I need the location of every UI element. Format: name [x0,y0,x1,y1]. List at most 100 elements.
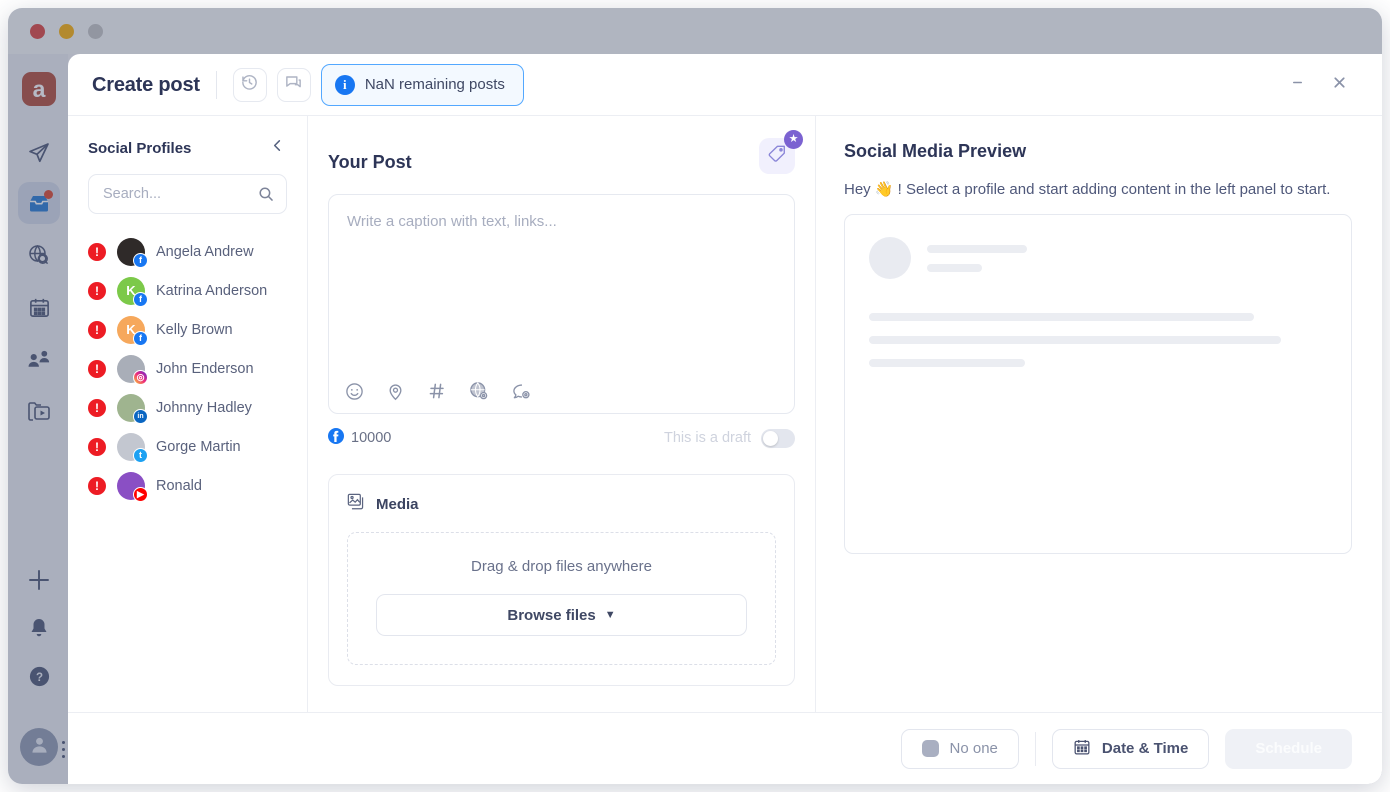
approver-label: No one [950,741,998,756]
profile-name: John Enderson [156,361,254,377]
preview-hint: Hey 👋 ! Select a profile and start addin… [844,182,1352,197]
emoji-icon[interactable] [345,382,364,401]
social-profiles-panel: Social Profiles !fAngela [68,116,308,712]
profile-warning-icon: ! [88,438,106,456]
profile-name: Johnny Hadley [156,400,252,416]
page-title: Create post [92,75,200,95]
skeleton-body-line [869,336,1281,344]
profile-warning-icon: ! [88,399,106,417]
profiles-list: ! f Angela Andrew! Kf Katrina Anderson! Kf Kel… [68,232,307,505]
preview-title: Social Media Preview [844,142,1352,160]
skeleton-name-line [927,245,1027,253]
media-dropzone[interactable]: Drag & drop files anywhere Browse files … [347,532,776,665]
date-time-button[interactable]: Date & Time [1052,729,1209,769]
linkedin-badge-icon: in [133,409,148,424]
hashtag-icon[interactable] [427,381,447,401]
modal-content: Social Profiles !fAngela [68,116,1382,712]
comment-icon [284,73,303,97]
draft-toggle[interactable] [761,429,795,448]
facebook-badge-icon: f [133,331,148,346]
avatar: t [117,433,145,461]
remaining-posts-label: NaN remaining posts [365,77,505,92]
editor-toolbar [345,381,532,401]
profile-warning-icon: ! [88,321,106,339]
avatar: f [117,238,145,266]
minimize-icon [1290,75,1305,95]
character-count-value: 10000 [351,430,391,446]
remaining-posts-badge[interactable]: i NaN remaining posts [321,64,524,106]
media-title: Media [376,497,419,512]
profile-list-item[interactable]: ! Kf Kelly Brown [68,310,307,349]
draft-toggle-knob [763,431,778,446]
history-icon [240,73,259,97]
profile-name: Angela Andrew [156,244,254,260]
profile-warning-icon: ! [88,282,106,300]
profile-list-item[interactable]: ! f Angela Andrew [68,232,307,271]
profile-search-box[interactable] [88,174,287,214]
profile-list-item[interactable]: ! in Johnny Hadley [68,388,307,427]
tag-icon [767,144,787,169]
profile-name: Ronald [156,478,202,494]
info-icon: i [335,75,355,95]
browse-files-button[interactable]: Browse files ▼ [376,594,747,636]
comments-button[interactable] [277,68,311,102]
skeleton-body-line [869,313,1254,321]
minimize-button[interactable] [1284,72,1310,98]
draft-label: This is a draft [664,430,751,446]
skeleton-meta-line [927,264,982,272]
history-button[interactable] [233,68,267,102]
tag-button[interactable]: ★ [759,138,795,174]
app-window: a [8,8,1382,784]
premium-star-badge: ★ [784,130,803,149]
globe-settings-icon[interactable] [469,381,489,401]
square-icon [922,740,939,757]
your-post-title: Your Post [328,153,412,171]
caption-editor [328,194,795,414]
avatar: ◎ [117,355,145,383]
avatar: Kf [117,316,145,344]
post-editor-panel: Your Post ★ [308,116,816,712]
search-input[interactable] [89,175,286,213]
modal-footer: No one Date & Time Schedule [68,712,1382,784]
chat-settings-icon[interactable] [511,382,532,401]
search-icon [258,186,274,202]
dropzone-text: Drag & drop files anywhere [376,559,747,574]
profile-name: Kelly Brown [156,322,233,338]
profile-name: Gorge Martin [156,439,241,455]
browse-files-label: Browse files [507,608,595,623]
image-stack-icon [347,493,366,516]
profile-list-item[interactable]: !◎John Enderson [68,349,307,388]
facebook-icon [328,428,344,448]
preview-skeleton-card [844,214,1352,554]
skeleton-avatar [869,237,911,279]
create-post-modal: Create post i NaN remaining posts [68,54,1382,784]
instagram-badge-icon: ◎ [133,370,148,385]
youtube-badge-icon: ▶ [133,487,148,502]
facebook-badge-icon: f [133,253,148,268]
skeleton-body-line [869,359,1025,367]
profile-warning-icon: ! [88,243,106,261]
media-section: Media Drag & drop files anywhere Browse … [328,474,795,686]
caption-input[interactable] [329,195,794,355]
header-divider [216,71,217,99]
chevron-down-icon: ▼ [605,610,616,621]
collapse-profiles-button[interactable] [270,138,285,158]
avatar: Kf [117,277,145,305]
location-pin-icon[interactable] [386,382,405,401]
approver-button[interactable]: No one [901,729,1019,769]
modal-header: Create post i NaN remaining posts [68,54,1382,116]
avatar: in [117,394,145,422]
social-media-preview-panel: Social Media Preview Hey 👋 ! Select a pr… [816,116,1382,712]
profile-list-item[interactable]: ! t Gorge Martin [68,427,307,466]
social-profiles-title: Social Profiles [88,141,191,156]
schedule-button[interactable]: Schedule [1225,729,1352,769]
profile-list-item[interactable]: !▶Ronald [68,466,307,505]
close-button[interactable] [1326,72,1352,98]
profile-name: Katrina Anderson [156,283,267,299]
character-counter: 10000 [328,428,391,448]
facebook-badge-icon: f [133,292,148,307]
profile-list-item[interactable]: ! Kf Katrina Anderson [68,271,307,310]
close-icon [1331,74,1348,96]
calendar-icon [1073,738,1091,759]
chevron-left-icon [270,138,285,158]
